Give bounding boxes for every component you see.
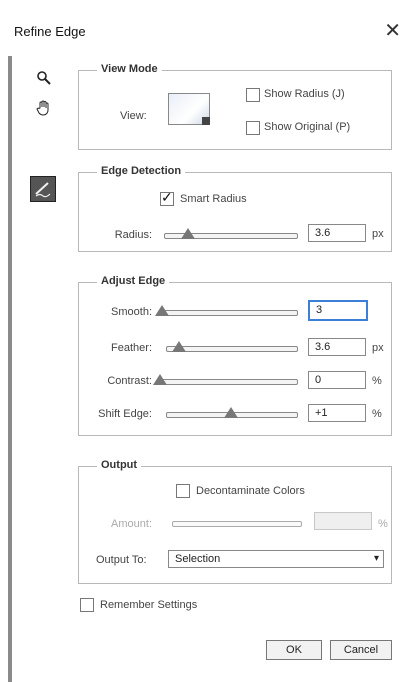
hand-icon — [36, 100, 49, 116]
remember-settings-label: Remember Settings — [100, 599, 198, 611]
contrast-input[interactable]: 0 — [308, 371, 366, 389]
window-left-border — [8, 56, 12, 682]
adjust-edge-legend: Adjust Edge — [97, 275, 170, 287]
decontaminate-checkbox[interactable] — [176, 484, 190, 498]
output-to-label: Output To: — [96, 554, 147, 566]
show-original-label: Show Original (P) — [264, 121, 351, 133]
radius-slider-thumb[interactable] — [180, 228, 195, 239]
refine-radius-tool-icon — [35, 182, 51, 198]
smooth-slider[interactable] — [158, 310, 298, 316]
decontaminate-label: Decontaminate Colors — [196, 485, 305, 497]
dropdown-corner-icon — [202, 117, 210, 125]
smooth-input[interactable]: 3 — [308, 300, 368, 321]
shift-edge-unit: % — [372, 408, 382, 420]
window-title: Refine Edge — [14, 24, 86, 39]
output-legend: Output — [97, 459, 142, 471]
ok-button[interactable]: OK — [266, 640, 322, 660]
view-preview-dropdown[interactable] — [168, 93, 210, 125]
remember-settings-checkbox[interactable] — [80, 598, 94, 612]
shift-edge-slider-thumb[interactable] — [224, 407, 238, 418]
cancel-button[interactable]: Cancel — [330, 640, 392, 660]
show-radius-label: Show Radius (J) — [264, 88, 345, 100]
smart-radius-checkbox[interactable] — [160, 189, 174, 206]
smooth-slider-thumb[interactable] — [155, 305, 170, 316]
title-bar: Refine Edge ✕ — [0, 0, 415, 56]
smooth-label: Smooth: — [111, 306, 152, 318]
contrast-slider[interactable] — [160, 379, 298, 385]
hand-tool[interactable] — [32, 96, 56, 120]
amount-label: Amount: — [111, 518, 152, 530]
contrast-slider-thumb[interactable] — [153, 374, 167, 385]
feather-unit: px — [372, 342, 384, 354]
smart-radius-label: Smart Radius — [180, 193, 247, 205]
output-to-select[interactable]: Selection ▾ — [168, 550, 384, 568]
view-mode-legend: View Mode — [97, 63, 162, 75]
chevron-down-icon: ▾ — [373, 553, 379, 564]
zoom-tool[interactable] — [32, 66, 56, 90]
feather-input[interactable]: 3.6 — [308, 338, 366, 356]
zoom-icon — [37, 71, 51, 85]
contrast-unit: % — [372, 375, 382, 387]
close-icon[interactable]: ✕ — [384, 18, 401, 43]
refine-radius-tool[interactable] — [30, 176, 56, 202]
edge-detection-legend: Edge Detection — [97, 165, 186, 177]
output-to-value: Selection — [175, 553, 221, 565]
amount-unit: % — [378, 518, 388, 530]
show-original-checkbox[interactable] — [246, 121, 260, 135]
show-radius-checkbox[interactable] — [246, 88, 260, 102]
amount-slider — [172, 521, 302, 527]
radius-unit: px — [372, 228, 384, 240]
radius-label: Radius: — [114, 229, 152, 241]
feather-label: Feather: — [111, 342, 152, 354]
radius-input[interactable]: 3.6 — [308, 224, 366, 242]
shift-edge-label: Shift Edge: — [98, 408, 152, 420]
view-label: View: — [120, 110, 147, 122]
shift-edge-input[interactable]: +1 — [308, 404, 366, 422]
contrast-label: Contrast: — [107, 375, 152, 387]
amount-input — [314, 512, 372, 530]
feather-slider-thumb[interactable] — [172, 341, 186, 352]
